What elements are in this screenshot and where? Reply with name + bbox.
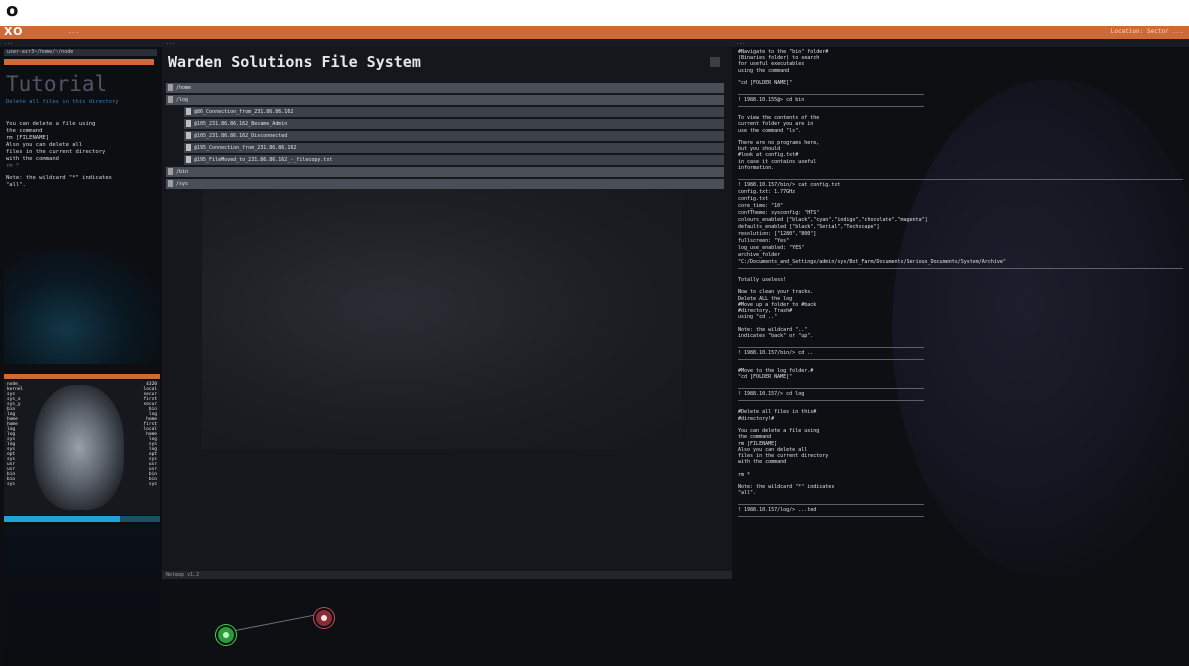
- left-column: ... user-ezr3~/home/~/node Tutorial Dele…: [0, 39, 162, 666]
- file-item[interactable]: @195_Connection_from_231.86.86.162: [184, 143, 724, 153]
- current-path: user-ezr3~/home/~/node: [4, 49, 157, 56]
- file-icon: [186, 132, 191, 139]
- folder-label: /bin: [176, 169, 189, 175]
- ram-usage-remaining: [120, 516, 160, 522]
- ram-panel-title: ...: [0, 39, 162, 47]
- folder-sys[interactable]: /sys: [166, 179, 724, 189]
- game-window: XO ... Location: Sector ... ... user-ezr…: [0, 26, 1189, 666]
- folder-label: /sys: [176, 181, 189, 187]
- netmap-title: Netmap v1.2: [162, 571, 736, 579]
- player-node-icon[interactable]: [218, 627, 234, 643]
- terminal-message: To view the contents of the current fold…: [738, 115, 820, 171]
- tutorial-note: Note: the wildcard "*" indicates "all".: [6, 175, 112, 188]
- terminal-message: #Move to the log folder.# "cd [FOLDER NA…: [738, 368, 814, 381]
- file-icon: [186, 120, 191, 127]
- file-label: @195_Connection_from_231.86.86.162: [194, 145, 297, 151]
- target-node-icon[interactable]: [316, 610, 332, 626]
- folder-icon: [168, 168, 173, 175]
- ram-list-right: 4320 local secur first secur bin log hom…: [143, 382, 157, 487]
- file-icon: [186, 108, 191, 115]
- file-label: @105_231.86.86.162_Became_Admin: [194, 121, 288, 127]
- file-system-title: Warden Solutions File System: [168, 53, 421, 71]
- tutorial-command: rm *: [6, 163, 20, 169]
- location-readout: Location: Sector ...: [1110, 28, 1183, 35]
- terminal-column: ... #Navigate to the "bin" folder# (Bina…: [732, 39, 1189, 666]
- terminal-command: ! 1988.10.157/bin/> cat config.txt confi…: [738, 179, 1183, 270]
- tutorial-body: You can delete a file using the command …: [6, 121, 106, 162]
- file-item[interactable]: @195_FileMoved_to_231.86.86.162_-_fileco…: [184, 155, 724, 165]
- folder-bin[interactable]: /bin: [166, 167, 724, 177]
- ram-module-panel: node_ kernel sys sys_x sys_y bin log hom…: [4, 380, 160, 515]
- terminal-command: ! 1988.10.157/log/> ...ted: [738, 504, 924, 518]
- terminal-message: #Delete all files in this# #directory!# …: [738, 409, 835, 497]
- file-item[interactable]: @86_Connection_from_231.86.86.162: [184, 107, 724, 117]
- close-icon[interactable]: [710, 57, 720, 67]
- folder-icon: [168, 96, 173, 103]
- file-icon: [186, 144, 191, 151]
- left-lower-panel: [4, 525, 160, 666]
- file-icon: [186, 156, 191, 163]
- terminal-output[interactable]: #Navigate to the "bin" folder# (Binaries…: [738, 49, 1183, 525]
- background-art: [202, 189, 682, 449]
- terminal-message: #Navigate to the "bin" folder# (Binaries…: [738, 49, 829, 87]
- connection-line: [229, 612, 325, 632]
- top-bar-info: ...: [68, 28, 79, 35]
- network-visualizer: [4, 249, 160, 364]
- file-label: @86_Connection_from_231.86.86.162: [194, 109, 294, 115]
- top-bar: XO ... Location: Sector ...: [0, 26, 1189, 39]
- folder-icon: [168, 180, 173, 187]
- terminal-panel-title: ...: [732, 39, 1189, 47]
- terminal-command: ! 1988.10.155@> cd bin: [738, 94, 924, 108]
- folder-label: /log: [176, 97, 189, 103]
- folder-log[interactable]: /log: [166, 95, 724, 105]
- file-item[interactable]: @105_231.86.86.162_Disconnected: [184, 131, 724, 141]
- file-item[interactable]: @105_231.86.86.162_Became_Admin: [184, 119, 724, 129]
- netmap-panel: [162, 579, 732, 666]
- file-label: @195_FileMoved_to_231.86.86.162_-_fileco…: [194, 157, 333, 163]
- file-label: @105_231.86.86.162_Disconnected: [194, 133, 288, 139]
- tutorial-header-strip: [4, 59, 154, 65]
- display-panel-title: ...: [162, 39, 732, 47]
- ram-list-left: node_ kernel sys sys_x sys_y bin log hom…: [7, 382, 24, 487]
- tutorial-title: Tutorial: [6, 72, 108, 96]
- terminal-command: ! 1988.10.157/bin/> cd ..: [738, 347, 924, 361]
- folder-icon: [168, 84, 173, 91]
- terminal-message: Totally useless! Now to clean your track…: [738, 277, 817, 339]
- folder-home[interactable]: /home: [166, 83, 724, 93]
- process-visual: [34, 385, 124, 510]
- middle-column: ... Warden Solutions File System /home /…: [162, 39, 736, 666]
- terminal-command: ! 1988.10.157/> cd log: [738, 388, 924, 402]
- folder-label: /home: [176, 85, 192, 91]
- file-tree: /home /log @86_Connection_from_231.86.86…: [166, 83, 724, 191]
- logo[interactable]: XO: [4, 26, 23, 38]
- ram-usage-bar: [4, 516, 120, 522]
- tutorial-subtitle: Delete all files in this directory: [6, 99, 119, 105]
- ram-header: [4, 374, 160, 379]
- outer-mark: o: [6, 0, 19, 21]
